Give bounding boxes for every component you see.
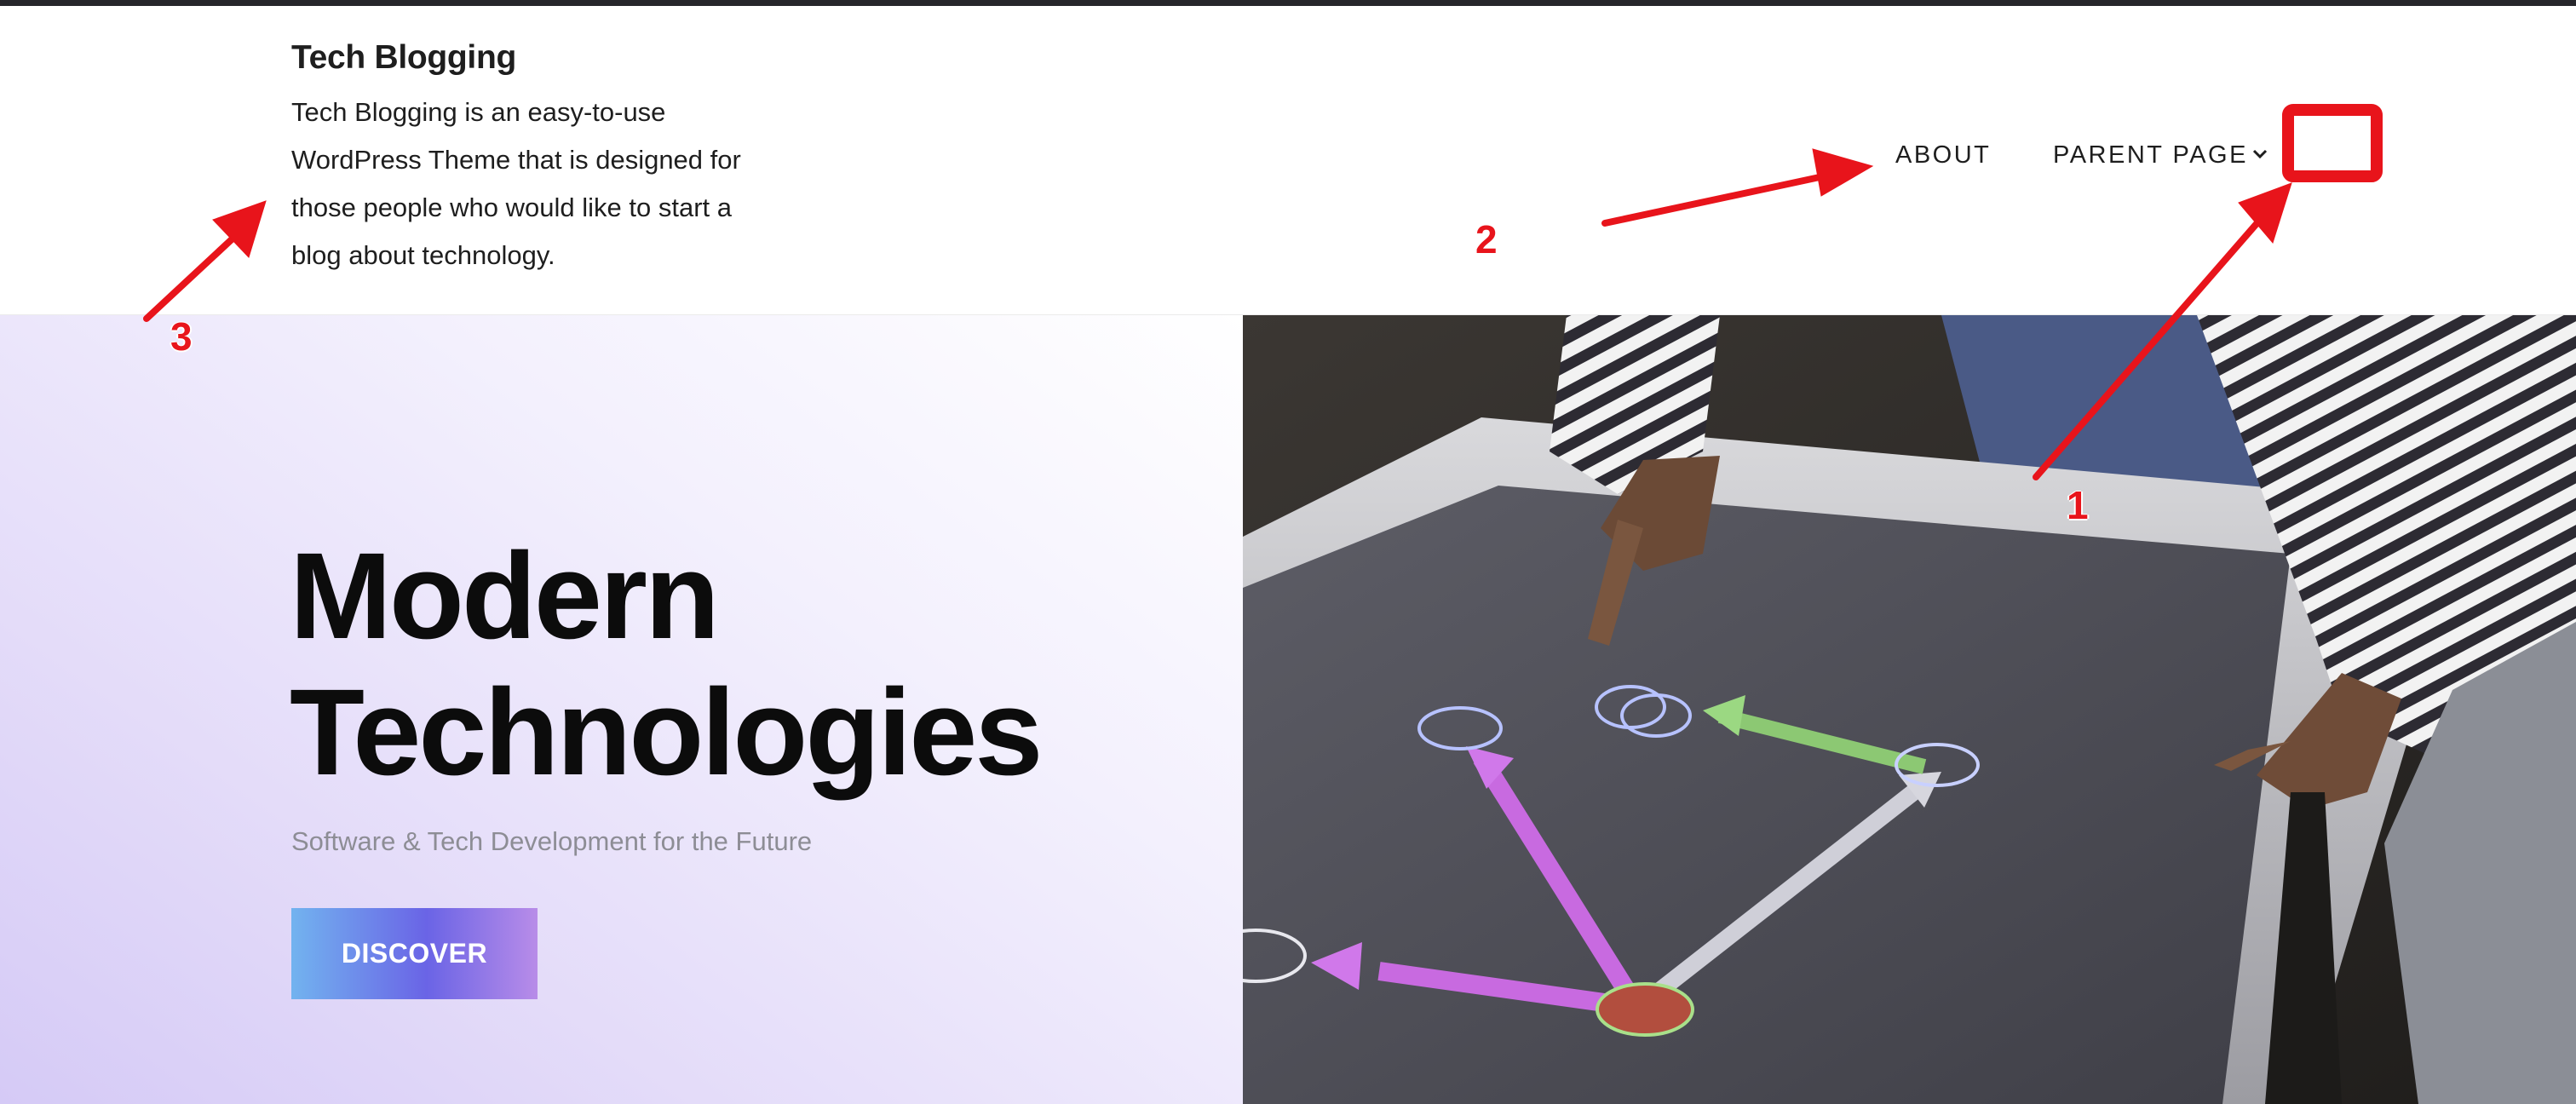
- site-header: Tech Blogging Tech Blogging is an easy-t…: [0, 6, 2576, 315]
- annotation-label-1: 1: [2067, 483, 2089, 527]
- touch-screen: [1243, 486, 2291, 1104]
- site-description: Tech Blogging is an easy-to-use WordPres…: [291, 97, 741, 270]
- hero-text-panel: Modern Technologies Software & Tech Deve…: [0, 315, 1243, 1104]
- discover-button[interactable]: DISCOVER: [291, 908, 538, 999]
- hero-title-line-1: Modern: [290, 527, 720, 664]
- hero-image: [1243, 315, 2576, 1104]
- site-title[interactable]: Tech Blogging: [291, 39, 516, 77]
- annotation-label-2: 2: [1475, 217, 1498, 262]
- touch-table-photo: [1243, 315, 2576, 1104]
- hero-title-line-2: Technologies: [290, 664, 1043, 801]
- annotation-label-3: 3: [170, 314, 193, 359]
- chevron-down-icon[interactable]: [2251, 145, 2269, 164]
- hero-subtitle: Software & Tech Development for the Futu…: [291, 826, 813, 856]
- top-border-bar: [0, 0, 2576, 6]
- hero-title: Modern Technologies: [290, 527, 1043, 801]
- nav-item-parent-page[interactable]: PARENT PAGE: [2053, 141, 2248, 170]
- empty-menu-slot[interactable]: [2288, 110, 2377, 176]
- nav-item-about[interactable]: ABOUT: [1895, 141, 1991, 170]
